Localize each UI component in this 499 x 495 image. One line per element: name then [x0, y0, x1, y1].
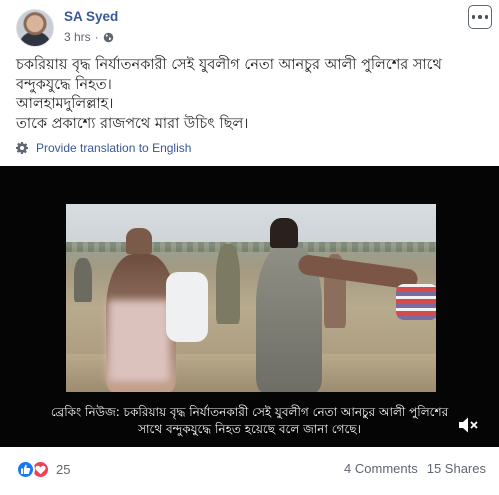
- comments-count[interactable]: 4 Comments: [344, 461, 418, 476]
- post-header: SA Syed 3 hrs ·: [0, 0, 499, 52]
- video-player[interactable]: ব্রেকিং নিউজ: চকরিয়ায় বৃদ্ধ নির্যাতনকা…: [0, 166, 499, 447]
- reaction-count[interactable]: 25: [56, 462, 70, 477]
- caption-line: ব্রেকিং নিউজ: চকরিয়ায় বৃদ্ধ নির্যাতনকা…: [50, 405, 449, 419]
- facebook-post: SA Syed 3 hrs · চকরিয়ায় বৃদ্ধ নির্যাতন…: [0, 0, 499, 495]
- globe-icon[interactable]: [103, 32, 114, 43]
- video-sleeve: [396, 284, 436, 320]
- post-text-line: আলহামদুলিল্লাহ।: [16, 96, 114, 112]
- video-person: [216, 244, 240, 324]
- ellipsis-icon: [478, 15, 482, 19]
- video-cloth: [166, 272, 208, 342]
- more-options-button[interactable]: [468, 5, 492, 29]
- post-message: চকরিয়ায় বৃদ্ধ নির্যাতনকারী সেই যুবলীগ …: [16, 56, 486, 134]
- video-person-head: [270, 218, 298, 248]
- reactions-summary[interactable]: 25: [16, 460, 70, 479]
- caption-line: সাথে বন্দুকযুদ্ধে নিহত হয়েছে বলে জানা গ…: [138, 422, 361, 436]
- post-text-line: চকরিয়ায় বৃদ্ধ নির্যাতনকারী সেই যুবলীগ …: [16, 57, 442, 73]
- ellipsis-icon: [484, 15, 489, 19]
- shares-count[interactable]: 15 Shares: [427, 461, 486, 476]
- post-text-line: তাকে প্রকাশ্যে রাজপথে মারা উচিৎ ছিল।: [16, 115, 249, 132]
- translate-label[interactable]: Provide translation to English: [36, 141, 191, 155]
- like-icon: [16, 460, 35, 479]
- engagement-counts: 4 Comments 15 Shares: [344, 461, 486, 476]
- author-name[interactable]: SA Syed: [64, 9, 118, 24]
- video-caption: ব্রেকিং নিউজ: চকরিয়ায় বৃদ্ধ নির্যাতনকা…: [0, 404, 499, 438]
- video-person: [74, 258, 92, 302]
- gear-icon: [16, 142, 28, 154]
- speaker-muted-icon[interactable]: [458, 416, 480, 434]
- post-footer: 25 4 Comments 15 Shares: [0, 447, 499, 495]
- video-background: [66, 242, 436, 252]
- video-frame[interactable]: [66, 204, 436, 392]
- video-person-head: [126, 228, 152, 254]
- post-text-line: বন্দুকযুদ্ধে নিহত।: [16, 76, 112, 93]
- meta-separator: ·: [94, 30, 99, 44]
- avatar[interactable]: [16, 9, 54, 47]
- translate-link[interactable]: Provide translation to English: [16, 141, 191, 155]
- ellipsis-icon: [471, 15, 476, 19]
- blur-overlay: [108, 300, 170, 382]
- post-meta: 3 hrs ·: [64, 30, 114, 44]
- post-time[interactable]: 3 hrs: [64, 30, 91, 44]
